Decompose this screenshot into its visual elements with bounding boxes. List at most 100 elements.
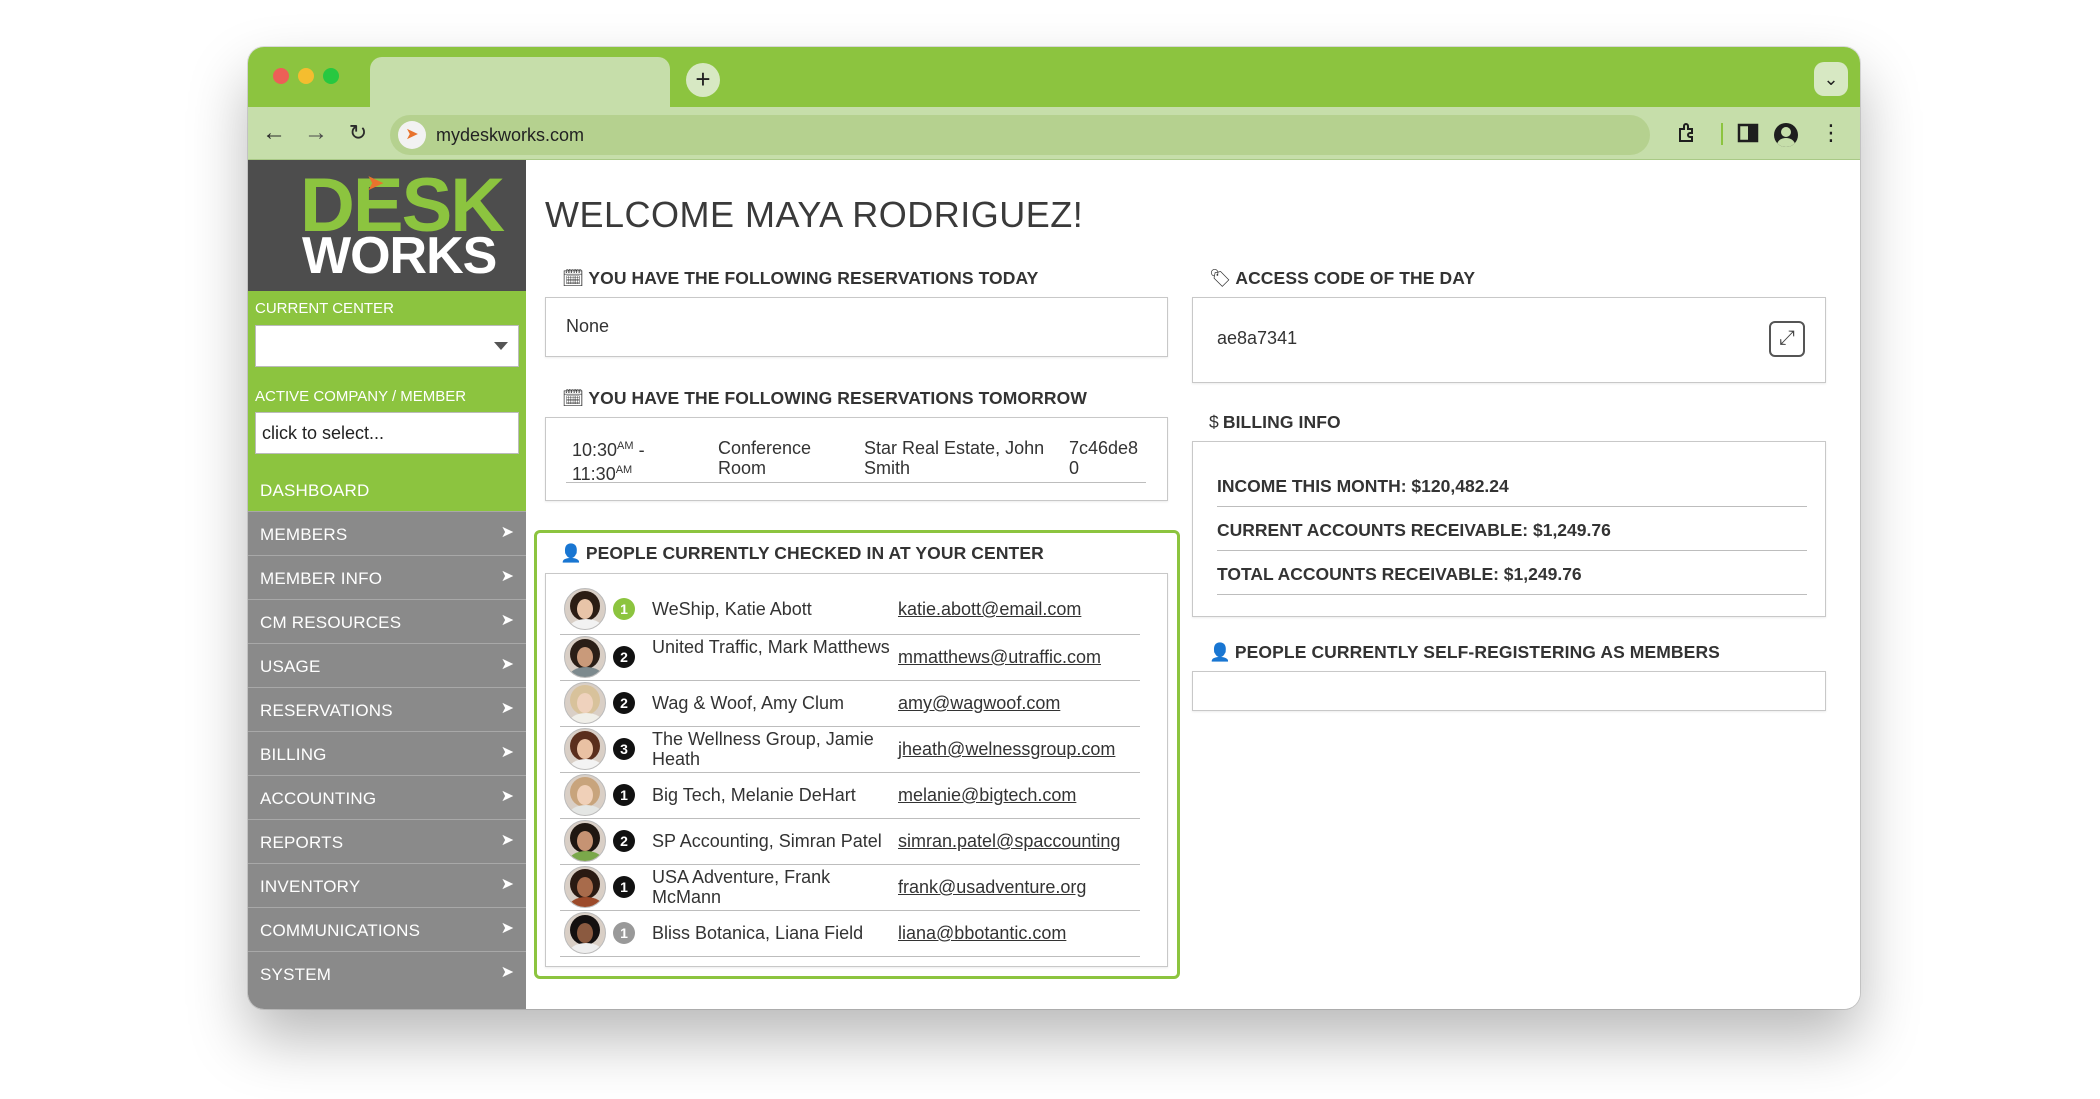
reservation-room[interactable]: Conference Room: [718, 438, 811, 478]
reservation-time-start: 10:30: [572, 440, 618, 460]
reload-button[interactable]: ↻: [342, 117, 374, 149]
reservation-time-end: 11:30: [572, 464, 616, 484]
checked-in-email-link[interactable]: katie.abott@email.com: [898, 599, 1081, 620]
deskworks-logo[interactable]: DESK ➤ WORKS: [248, 160, 526, 291]
checked-in-email-link[interactable]: melanie@bigtech.com: [898, 785, 1076, 806]
tab-search-button[interactable]: ⌄: [1814, 62, 1848, 96]
reservation-code-line1: 7c46de8: [1069, 438, 1139, 458]
current-center-select[interactable]: [255, 325, 519, 367]
arrow-right-icon: ➤: [500, 744, 514, 761]
reservations-today-heading: 🗓 YOU HAVE THE FOLLOWING RESERVATIONS TOD…: [562, 268, 1038, 289]
arrow-right-icon: ➤: [500, 964, 514, 981]
maximize-window-button[interactable]: [323, 68, 339, 84]
page-title: WELCOME MAYA RODRIGUEZ!: [545, 194, 1084, 235]
forward-button[interactable]: →: [300, 117, 332, 149]
sidebar-item-dashboard[interactable]: DASHBOARD: [248, 467, 526, 511]
visit-count-badge: 2: [613, 692, 635, 714]
new-tab-button[interactable]: +: [686, 63, 720, 97]
checked-in-name: The Wellness Group, Jamie Heath: [652, 729, 874, 769]
checked-in-email-link[interactable]: liana@bbotantic.com: [898, 923, 1066, 944]
reservations-tomorrow-box: 10:30AM - 11:30AM Conference Room Star R…: [545, 417, 1168, 501]
row-divider: [560, 634, 1140, 635]
address-bar[interactable]: ➤ mydeskworks.com: [390, 115, 1650, 155]
sidebar-item-label: INVENTORY: [260, 877, 361, 896]
row-divider: [560, 726, 1140, 727]
side-panel-icon[interactable]: [1733, 117, 1763, 149]
avatar: [564, 682, 606, 724]
arrow-right-icon: ➤: [500, 832, 514, 849]
sidebar-item-label: SYSTEM: [260, 965, 332, 984]
sidebar-item-members[interactable]: MEMBERS ➤: [248, 511, 526, 555]
self-registering-heading: 👤 PEOPLE CURRENTLY SELF-REGISTERING AS ME…: [1209, 642, 1720, 663]
sidebar-item-reservations[interactable]: RESERVATIONS ➤: [248, 687, 526, 731]
tag-icon: 🏷: [1209, 268, 1232, 288]
sidebar-item-label: BILLING: [260, 745, 327, 764]
row-divider: [566, 482, 1146, 483]
checked-in-name: USA Adventure, Frank McMann: [652, 867, 831, 907]
access-code-title: ACCESS CODE OF THE DAY: [1235, 268, 1476, 288]
reservation-member-line2: Smith: [864, 458, 911, 478]
address-bar-url: mydeskworks.com: [436, 125, 585, 145]
self-registering-title: PEOPLE CURRENTLY SELF-REGISTERING AS MEM…: [1234, 642, 1720, 662]
billing-title: BILLING INFO: [1222, 412, 1341, 432]
expand-icon[interactable]: ⤢: [1769, 321, 1805, 357]
sidebar-item-communications[interactable]: COMMUNICATIONS ➤: [248, 907, 526, 951]
avatar: [564, 588, 606, 630]
sidebar-item-member-info[interactable]: MEMBER INFO ➤: [248, 555, 526, 599]
reservation-time[interactable]: 10:30AM - 11:30AM: [572, 436, 645, 484]
sidebar-item-reports[interactable]: REPORTS ➤: [248, 819, 526, 863]
sidebar-item-accounting[interactable]: ACCOUNTING ➤: [248, 775, 526, 819]
calendar-icon: 🗓: [562, 268, 585, 288]
arrow-right-icon: ➤: [500, 568, 514, 585]
row-divider: [560, 864, 1140, 865]
reservations-today-box: None: [545, 297, 1168, 357]
avatar: [564, 636, 606, 678]
more-menu-icon[interactable]: ⋮: [1816, 117, 1846, 149]
arrow-right-icon: ➤: [500, 524, 514, 541]
row-divider: [560, 818, 1140, 819]
reservation-member-line1: Star Real Estate, John: [864, 438, 1045, 458]
profile-avatar-icon[interactable]: [1774, 123, 1798, 147]
sidebar-item-usage[interactable]: USAGE ➤: [248, 643, 526, 687]
browser-tab-active[interactable]: [370, 57, 670, 109]
close-window-button[interactable]: [273, 68, 289, 84]
arrow-right-icon: ➤: [500, 876, 514, 893]
checked-in-name: SP Accounting, Simran Patel: [652, 831, 882, 851]
rocket-icon: ➤: [366, 170, 385, 195]
avatar: [564, 774, 606, 816]
sidebar-item-cm-resources[interactable]: CM RESOURCES ➤: [248, 599, 526, 643]
toolbar-separator: [1721, 123, 1723, 145]
sidebar: DESK ➤ WORKS CURRENT CENTER ACTIVE COMPA…: [248, 160, 526, 1009]
reservation-member[interactable]: Star Real Estate, John Smith: [864, 438, 1044, 478]
checked-in-name: United Traffic, Mark Matthews: [652, 637, 890, 657]
site-info-icon[interactable]: ➤: [398, 121, 426, 149]
self-registering-box: [1192, 671, 1826, 711]
sidebar-item-billing[interactable]: BILLING ➤: [248, 731, 526, 775]
reservation-room-line2: Room: [718, 458, 767, 478]
arrow-right-icon: ➤: [500, 920, 514, 937]
sidebar-item-label: MEMBER INFO: [260, 569, 383, 588]
active-company-input[interactable]: click to select...: [255, 412, 519, 454]
checked-in-email-link[interactable]: frank@usadventure.org: [898, 877, 1086, 898]
access-code-heading: 🏷 ACCESS CODE OF THE DAY: [1209, 268, 1475, 289]
extensions-icon[interactable]: [1673, 117, 1703, 149]
sidebar-item-system[interactable]: SYSTEM ➤: [248, 951, 526, 995]
dollar-icon: $: [1209, 412, 1219, 432]
visit-count-badge: 1: [613, 922, 635, 944]
minimize-window-button[interactable]: [298, 68, 314, 84]
checked-in-list: 1 WeShip, Katie Abott katie.abott@email.…: [545, 573, 1168, 967]
checked-in-email-link[interactable]: mmatthews@utraffic.com: [898, 647, 1101, 668]
total-accounts-receivable: TOTAL ACCOUNTS RECEIVABLE: $1,249.76: [1217, 564, 1582, 584]
income-this-month: INCOME THIS MONTH: $120,482.24: [1217, 476, 1509, 496]
reservations-tomorrow-title: YOU HAVE THE FOLLOWING RESERVATIONS TOMO…: [588, 388, 1087, 408]
checked-in-email-link[interactable]: simran.patel@spaccounting: [898, 831, 1120, 852]
current-accounts-receivable: CURRENT ACCOUNTS RECEIVABLE: $1,249.76: [1217, 520, 1611, 540]
arrow-right-icon: ➤: [500, 788, 514, 805]
reservations-tomorrow-heading: 🗓 YOU HAVE THE FOLLOWING RESERVATIONS TOM…: [562, 388, 1087, 409]
sidebar-item-inventory[interactable]: INVENTORY ➤: [248, 863, 526, 907]
reservation-code-line2: 0: [1069, 458, 1080, 478]
checked-in-email-link[interactable]: jheath@welnessgroup.com: [898, 739, 1115, 760]
checked-in-email-link[interactable]: amy@wagwoof.com: [898, 693, 1060, 714]
back-button[interactable]: ←: [258, 117, 290, 149]
dashboard-main: WELCOME MAYA RODRIGUEZ! 🗓 YOU HAVE THE FO…: [526, 160, 1860, 1009]
